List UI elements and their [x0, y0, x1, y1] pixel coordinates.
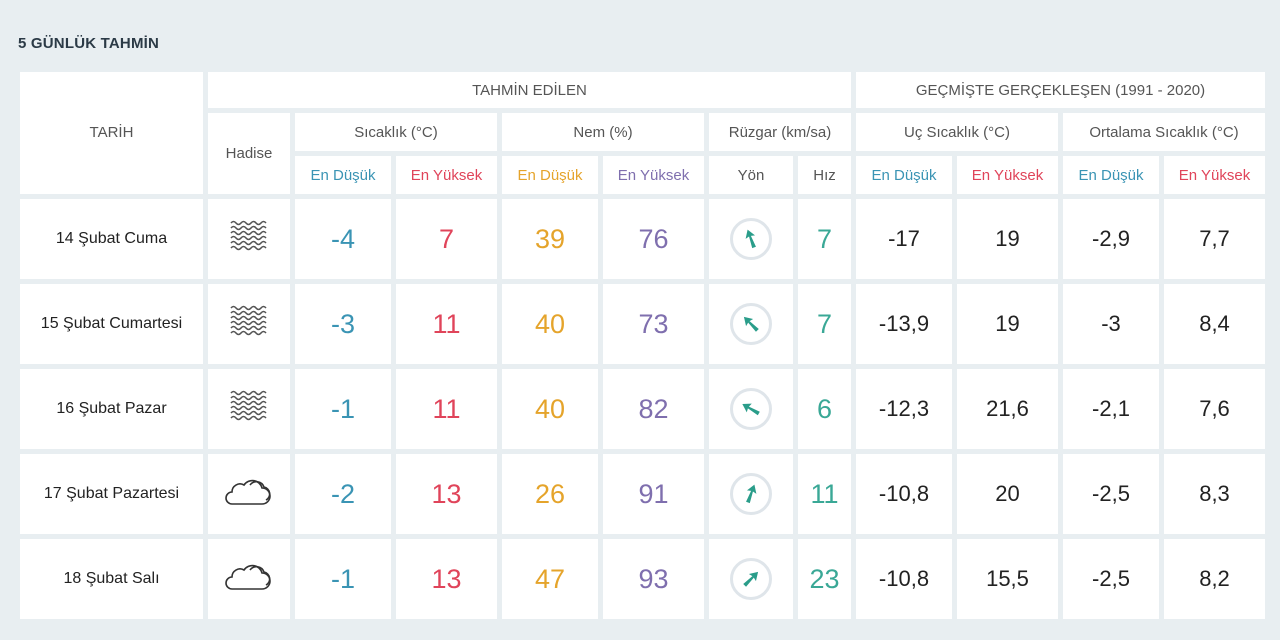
- ext-min-cell: -12,3: [856, 369, 952, 449]
- header-humidity: Nem (%): [502, 113, 704, 151]
- header-tarih: TARİH: [20, 72, 203, 194]
- ext-min-cell: -13,9: [856, 284, 952, 364]
- wind-direction-icon: [730, 473, 772, 515]
- avg-min-cell: -3: [1063, 284, 1159, 364]
- header-historical: GEÇMİŞTE GERÇEKLEŞEN (1991 - 2020): [856, 72, 1265, 108]
- subheader-temp-max: En Yüksek: [396, 156, 497, 194]
- wind-direction-cell: [709, 199, 793, 279]
- header-extreme-temp: Uç Sıcaklık (°C): [856, 113, 1058, 151]
- hadise-cell: [208, 539, 290, 619]
- wind-direction-cell: [709, 454, 793, 534]
- subheader-hum-max: En Yüksek: [603, 156, 704, 194]
- temp-min-cell: -3: [295, 284, 391, 364]
- subheader-hum-min: En Düşük: [502, 156, 598, 194]
- subheader-wind-direction: Yön: [709, 156, 793, 194]
- fog-icon: [229, 389, 269, 430]
- subheader-wind-speed: Hız: [798, 156, 851, 194]
- wind-speed-cell: 23: [798, 539, 851, 619]
- subheader-avg-max: En Yüksek: [1164, 156, 1265, 194]
- avg-max-cell: 7,7: [1164, 199, 1265, 279]
- table-row: 14 Şubat Cuma -4 7 39 76 7 -17 19 -2,9 7…: [20, 199, 1265, 279]
- hadise-cell: [208, 454, 290, 534]
- temp-min-cell: -1: [295, 539, 391, 619]
- fog-icon: [229, 219, 269, 260]
- temp-max-cell: 11: [396, 369, 497, 449]
- table-row: 17 Şubat Pazartesi -2 13 26 91 11 -10,8 …: [20, 454, 1265, 534]
- wind-direction-icon: [730, 218, 772, 260]
- date-cell: 17 Şubat Pazartesi: [20, 454, 203, 534]
- avg-max-cell: 8,2: [1164, 539, 1265, 619]
- wind-speed-cell: 7: [798, 284, 851, 364]
- ext-min-cell: -17: [856, 199, 952, 279]
- temp-max-cell: 13: [396, 454, 497, 534]
- table-row: 15 Şubat Cumartesi -3 11 40 73 7 -13,9 1…: [20, 284, 1265, 364]
- avg-max-cell: 8,3: [1164, 454, 1265, 534]
- fog-icon: [229, 304, 269, 345]
- date-cell: 14 Şubat Cuma: [20, 199, 203, 279]
- ext-max-cell: 20: [957, 454, 1058, 534]
- wind-direction-cell: [709, 284, 793, 364]
- wind-direction-icon: [730, 558, 772, 600]
- subheader-ext-max: En Yüksek: [957, 156, 1058, 194]
- hum-max-cell: 93: [603, 539, 704, 619]
- temp-max-cell: 11: [396, 284, 497, 364]
- cloud-icon: [224, 474, 274, 515]
- subheader-ext-min: En Düşük: [856, 156, 952, 194]
- avg-min-cell: -2,1: [1063, 369, 1159, 449]
- wind-direction-icon: [730, 388, 772, 430]
- ext-max-cell: 19: [957, 199, 1058, 279]
- wind-direction-cell: [709, 539, 793, 619]
- wind-speed-cell: 6: [798, 369, 851, 449]
- hadise-cell: [208, 284, 290, 364]
- hum-max-cell: 82: [603, 369, 704, 449]
- subheader-temp-min: En Düşük: [295, 156, 391, 194]
- header-avg-temp: Ortalama Sıcaklık (°C): [1063, 113, 1265, 151]
- ext-max-cell: 21,6: [957, 369, 1058, 449]
- avg-max-cell: 8,4: [1164, 284, 1265, 364]
- hum-min-cell: 39: [502, 199, 598, 279]
- wind-direction-icon: [730, 303, 772, 345]
- forecast-table: TARİH TAHMİN EDİLEN GEÇMİŞTE GERÇEKLEŞEN…: [15, 67, 1270, 624]
- header-wind: Rüzgar (km/sa): [709, 113, 851, 151]
- hum-max-cell: 73: [603, 284, 704, 364]
- ext-max-cell: 19: [957, 284, 1058, 364]
- temp-max-cell: 13: [396, 539, 497, 619]
- hum-min-cell: 40: [502, 284, 598, 364]
- temp-min-cell: -4: [295, 199, 391, 279]
- section-title: 5 GÜNLÜK TAHMİN: [18, 35, 160, 52]
- hadise-cell: [208, 369, 290, 449]
- hum-min-cell: 47: [502, 539, 598, 619]
- date-cell: 15 Şubat Cumartesi: [20, 284, 203, 364]
- avg-min-cell: -2,5: [1063, 454, 1159, 534]
- hum-max-cell: 91: [603, 454, 704, 534]
- ext-min-cell: -10,8: [856, 539, 952, 619]
- subheader-avg-min: En Düşük: [1063, 156, 1159, 194]
- date-cell: 18 Şubat Salı: [20, 539, 203, 619]
- ext-min-cell: -10,8: [856, 454, 952, 534]
- header-predicted: TAHMİN EDİLEN: [208, 72, 851, 108]
- avg-min-cell: -2,5: [1063, 539, 1159, 619]
- temp-max-cell: 7: [396, 199, 497, 279]
- header-hadise: Hadise: [208, 113, 290, 194]
- table-row: 16 Şubat Pazar -1 11 40 82 6 -12,3 21,6 …: [20, 369, 1265, 449]
- hadise-cell: [208, 199, 290, 279]
- hum-min-cell: 26: [502, 454, 598, 534]
- header-temp: Sıcaklık (°C): [295, 113, 497, 151]
- avg-min-cell: -2,9: [1063, 199, 1159, 279]
- avg-max-cell: 7,6: [1164, 369, 1265, 449]
- wind-speed-cell: 11: [798, 454, 851, 534]
- date-cell: 16 Şubat Pazar: [20, 369, 203, 449]
- table-row: 18 Şubat Salı -1 13 47 93 23 -10,8 15,5 …: [20, 539, 1265, 619]
- temp-min-cell: -1: [295, 369, 391, 449]
- hum-max-cell: 76: [603, 199, 704, 279]
- temp-min-cell: -2: [295, 454, 391, 534]
- ext-max-cell: 15,5: [957, 539, 1058, 619]
- cloud-icon: [224, 559, 274, 600]
- wind-direction-cell: [709, 369, 793, 449]
- wind-speed-cell: 7: [798, 199, 851, 279]
- hum-min-cell: 40: [502, 369, 598, 449]
